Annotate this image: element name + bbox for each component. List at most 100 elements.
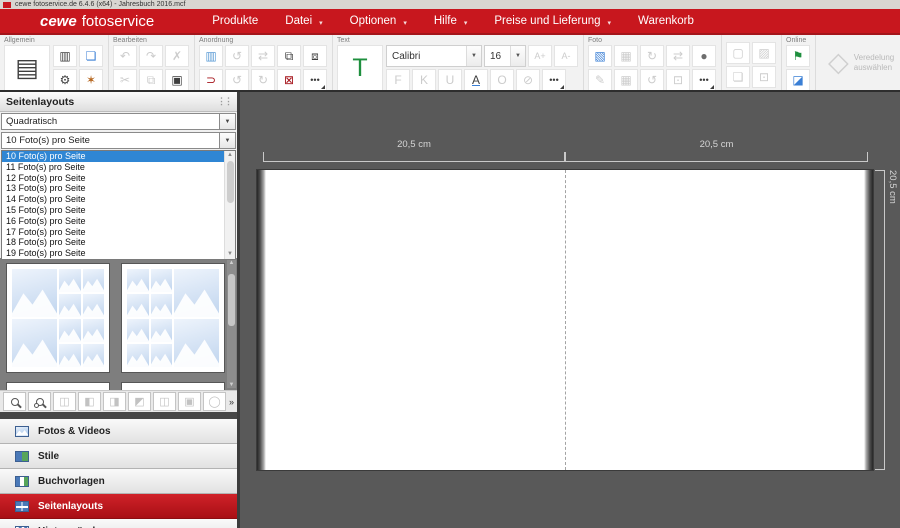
sidebar-item-hintergruende[interactable]: Hintergründe	[0, 519, 237, 528]
photo-lock-icon[interactable]: ▦	[614, 45, 638, 67]
sidebar-item-seitenlayouts[interactable]: Seitenlayouts	[0, 494, 237, 519]
spread-layout-button[interactable]: ◧	[78, 392, 101, 411]
photo-rotate-left-icon[interactable]: ↺	[640, 69, 664, 91]
dropdown-option[interactable]: 19 Foto(s) pro Seite	[2, 248, 235, 259]
menu-produkte[interactable]: Produkte	[212, 15, 258, 27]
frame-icon[interactable]: ▢	[726, 42, 750, 64]
layout-thumbnail[interactable]	[121, 382, 225, 390]
chevron-down-icon[interactable]: ▼	[219, 114, 235, 129]
clear-format-icon[interactable]: ⊘	[516, 69, 540, 91]
copy-icon[interactable]: ⧉	[139, 69, 163, 91]
strip-overflow-chevron[interactable]: »	[229, 397, 234, 407]
save-as-icon[interactable]: ▥	[53, 45, 77, 67]
thumbnails-scrollbar[interactable]: ▲ ▼	[227, 260, 236, 388]
menu-preise-und-lieferung[interactable]: Preise und Lieferung▾	[494, 15, 611, 27]
photo-swap-icon[interactable]: ⇄	[666, 45, 690, 67]
delete-icon[interactable]: ✗	[165, 45, 189, 67]
dropdown-scrollbar[interactable]: ▲ ▼	[224, 151, 235, 259]
photo-crop-icon[interactable]: ⊡	[666, 69, 690, 91]
menu-hilfe[interactable]: Hilfe▾	[434, 15, 468, 27]
flip-icon[interactable]: ⇄	[251, 45, 275, 67]
rotate-icon[interactable]: ↺	[225, 45, 249, 67]
redo-icon[interactable]: ↷	[139, 45, 163, 67]
remove-image-icon[interactable]: ⊠	[277, 69, 301, 91]
layout-thumbnail-large-left[interactable]	[6, 263, 110, 373]
scroll-up-icon[interactable]: ▲	[225, 151, 235, 160]
chevron-down-icon[interactable]: ▼	[510, 46, 525, 66]
menu-optionen[interactable]: Optionen▾	[350, 15, 407, 27]
underline-icon[interactable]: U	[438, 69, 462, 91]
spread-layout-button[interactable]: ◫	[53, 392, 76, 411]
grip-dots-icon[interactable]: ⋮⋮	[217, 96, 231, 107]
sidebar-item-buchvorlagen[interactable]: Buchvorlagen	[0, 469, 237, 494]
spread-lock-button[interactable]: ◯	[203, 392, 226, 411]
cut-icon[interactable]: ✂	[113, 69, 137, 91]
char-style-icon[interactable]: O	[490, 69, 514, 91]
dropdown-option[interactable]: 13 Foto(s) pro Seite	[2, 183, 235, 194]
photo-rotate-icon[interactable]: ↻	[640, 45, 664, 67]
photo-count-select[interactable]: 10 Foto(s) pro Seite ▼	[1, 132, 236, 149]
bold-icon[interactable]: F	[386, 69, 410, 91]
photo-lock-icon[interactable]: ▦	[614, 69, 638, 91]
shadow-icon[interactable]: ❏	[726, 66, 750, 88]
photo-edit-icon[interactable]: ✎	[588, 69, 612, 91]
thumbs-smaller-button[interactable]	[3, 392, 26, 411]
dropdown-option[interactable]: 12 Foto(s) pro Seite	[2, 173, 235, 184]
send-to-back-icon[interactable]: ⧈	[303, 45, 327, 67]
thumbs-larger-button[interactable]	[28, 392, 51, 411]
dropdown-option[interactable]: 17 Foto(s) pro Seite	[2, 227, 235, 238]
layout-thumbnail[interactable]	[6, 382, 110, 390]
scrollbar-thumb[interactable]	[228, 274, 235, 326]
export-folder-icon[interactable]: ❏	[79, 45, 103, 67]
font-color-icon[interactable]: A	[464, 69, 488, 91]
settings-gear-icon[interactable]: ⚙	[53, 69, 77, 91]
spread-layout-button[interactable]: ◨	[103, 392, 126, 411]
menu-datei[interactable]: Datei▾	[285, 15, 322, 27]
font-increase-icon[interactable]: A+	[528, 45, 552, 67]
share-online-icon[interactable]: ⚑	[786, 45, 810, 67]
spread-layout-button[interactable]: ▣	[178, 392, 201, 411]
dropdown-option[interactable]: 11 Foto(s) pro Seite	[2, 162, 235, 173]
dropdown-option[interactable]: 15 Foto(s) pro Seite	[2, 205, 235, 216]
undo-icon[interactable]: ↶	[113, 45, 137, 67]
scroll-up-icon[interactable]: ▲	[227, 260, 236, 266]
sidebar-item-stile[interactable]: Stile	[0, 444, 237, 469]
sidebar-item-fotos-videos[interactable]: Fotos & Videos	[0, 419, 237, 444]
add-photo-icon[interactable]: ▧	[588, 45, 612, 67]
layout-thumbnail-large-right[interactable]	[121, 263, 225, 373]
scroll-down-icon[interactable]: ▼	[225, 250, 235, 259]
menu-warenkorb[interactable]: Warenkorb	[638, 15, 694, 27]
spread-layout-button[interactable]: ◫	[153, 392, 176, 411]
scroll-down-icon[interactable]: ▼	[227, 382, 236, 388]
save-icon[interactable]: ▤	[4, 45, 50, 91]
snap-magnet-icon[interactable]: ⊃	[199, 69, 223, 91]
assistant-wand-icon[interactable]: ✶	[79, 69, 103, 91]
dropdown-option[interactable]: 18 Foto(s) pro Seite	[2, 237, 235, 248]
layout-format-select[interactable]: Quadratisch ▼	[1, 113, 236, 130]
dropdown-option[interactable]: 10 Foto(s) pro Seite	[2, 151, 235, 162]
paste-icon[interactable]: ▣	[165, 69, 189, 91]
scrollbar-thumb[interactable]	[227, 161, 234, 203]
web-gallery-icon[interactable]: ◪	[786, 69, 810, 91]
more-foto-icon[interactable]: •••	[692, 69, 716, 91]
spread-layout-button[interactable]: ◩	[128, 392, 151, 411]
font-family-select[interactable]: Calibri ▼	[386, 45, 482, 67]
font-size-select[interactable]: 16 ▼	[484, 45, 526, 67]
page-spread[interactable]	[257, 170, 873, 470]
photo-effects-icon[interactable]: ●	[692, 45, 716, 67]
rotate-left-icon[interactable]: ↺	[225, 69, 249, 91]
chevron-down-icon[interactable]: ▼	[219, 133, 235, 148]
add-text-icon[interactable]: T	[337, 45, 383, 91]
italic-icon[interactable]: K	[412, 69, 436, 91]
rotate-right-icon[interactable]: ↻	[251, 69, 275, 91]
font-decrease-icon[interactable]: A-	[554, 45, 578, 67]
border-icon[interactable]: ⊡	[752, 66, 776, 88]
veredelung-button[interactable]: ◇ Veredelung auswählen ▾	[820, 45, 900, 76]
dropdown-option[interactable]: 14 Foto(s) pro Seite	[2, 194, 235, 205]
chevron-down-icon[interactable]: ▼	[466, 46, 481, 66]
bring-to-front-icon[interactable]: ⧉	[277, 45, 301, 67]
more-text-icon[interactable]: •••	[542, 69, 566, 91]
align-grid-icon[interactable]: ▥	[199, 45, 223, 67]
dropdown-option[interactable]: 16 Foto(s) pro Seite	[2, 216, 235, 227]
more-anordnung-icon[interactable]: •••	[303, 69, 327, 91]
